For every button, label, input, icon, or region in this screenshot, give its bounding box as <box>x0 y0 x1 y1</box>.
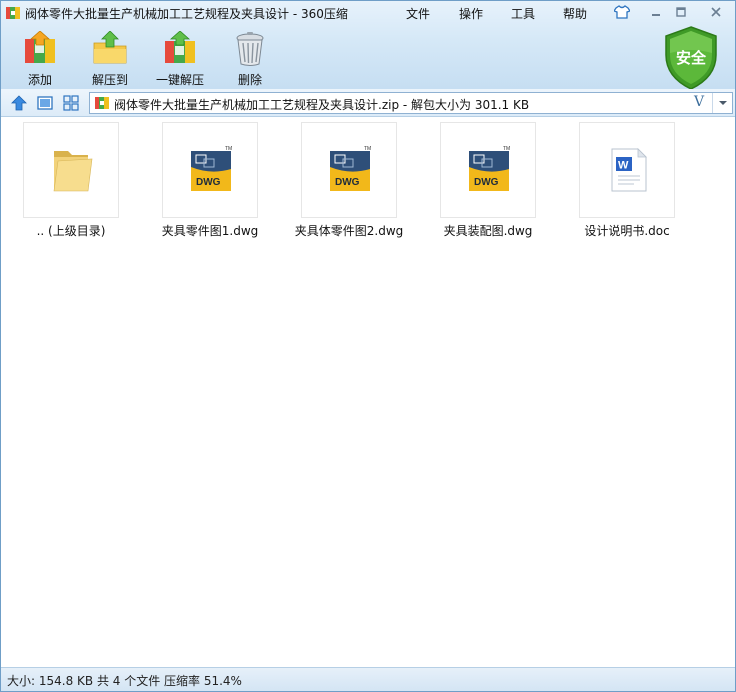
app-window: 阀体零件大批量生产机械加工工艺规程及夹具设计 - 360压缩 文件 操作 工具 … <box>0 0 736 692</box>
tshirt-icon <box>614 5 630 19</box>
security-label: 安全 <box>675 49 706 67</box>
minimize-icon <box>652 14 660 16</box>
menu-operate[interactable]: 操作 <box>459 5 483 22</box>
address-dropdown-button[interactable] <box>712 93 732 113</box>
skin-button[interactable] <box>613 4 631 20</box>
file-name: 夹具零件图1.dwg <box>161 224 259 238</box>
file-name: .. (上级目录) <box>36 224 106 238</box>
file-item-dwg-2[interactable]: DWG TM 夹具体零件图2.dwg <box>284 122 414 240</box>
address-field[interactable]: 阀体零件大批量生产机械加工工艺规程及夹具设计.zip - 解包大小为 301.1… <box>89 92 733 114</box>
extract-to-icon <box>93 31 127 64</box>
dwg-file-icon: DWG TM <box>469 146 510 191</box>
svg-text:DWG: DWG <box>196 177 221 188</box>
up-arrow-icon[interactable] <box>11 95 27 111</box>
extract-to-label: 解压到 <box>91 73 128 87</box>
archive-app-icon <box>6 7 20 19</box>
close-button[interactable] <box>707 4 725 20</box>
window-chrome: 阀体零件大批量生产机械加工工艺规程及夹具设计 - 360压缩 文件 操作 工具 … <box>1 1 735 91</box>
one-click-extract-label: 一键解压 <box>155 73 204 87</box>
minimize-button[interactable] <box>647 4 665 20</box>
file-thumbnail: DWG TM <box>162 122 258 218</box>
svg-text:DWG: DWG <box>474 177 499 188</box>
address-v-button[interactable]: V <box>694 94 704 110</box>
file-item-doc[interactable]: W 设计说明书.doc <box>562 122 692 240</box>
file-item-dwg-1[interactable]: DWG TM 夹具零件图1.dwg <box>145 122 275 240</box>
security-badge[interactable]: 安全 <box>662 25 720 91</box>
status-text: 大小: 154.8 KB 共 4 个文件 压缩率 51.4% <box>7 674 242 688</box>
file-name: 夹具装配图.dwg <box>443 224 533 238</box>
file-name: 夹具体零件图2.dwg <box>294 224 404 238</box>
title-bar[interactable]: 阀体零件大批量生产机械加工工艺规程及夹具设计 - 360压缩 文件 操作 工具 … <box>1 1 735 25</box>
address-path: 阀体零件大批量生产机械加工工艺规程及夹具设计.zip - 解包大小为 301.1… <box>114 98 530 112</box>
dwg-file-icon: DWG TM <box>330 146 371 191</box>
extract-to-button[interactable]: 解压到 <box>77 29 143 87</box>
svg-text:W: W <box>618 160 629 172</box>
svg-text:TM: TM <box>503 146 510 152</box>
file-thumbnail <box>23 122 119 218</box>
add-label: 添加 <box>27 73 52 87</box>
dwg-file-icon: DWG TM <box>191 146 232 191</box>
file-thumbnail: DWG TM <box>301 122 397 218</box>
file-item-dwg-3[interactable]: DWG TM 夹具装配图.dwg <box>423 122 553 240</box>
maximize-button[interactable] <box>672 4 690 20</box>
svg-text:TM: TM <box>225 146 232 152</box>
large-icon-view-icon[interactable] <box>37 95 53 111</box>
delete-label: 删除 <box>237 73 262 87</box>
file-list[interactable]: .. (上级目录) DWG TM 夹具零件图1.dwg DWG TM 夹具体零件… <box>1 118 735 667</box>
delete-button[interactable]: 删除 <box>217 29 283 87</box>
window-title: 阀体零件大批量生产机械加工工艺规程及夹具设计 - 360压缩 <box>25 7 348 21</box>
status-bar: 大小: 154.8 KB 共 4 个文件 压缩率 51.4% <box>1 667 735 691</box>
close-icon <box>711 7 721 17</box>
file-name: 设计说明书.doc <box>584 224 670 238</box>
detail-view-icon[interactable] <box>63 95 79 111</box>
archive-file-icon <box>95 97 109 109</box>
trash-icon <box>236 32 264 66</box>
folder-icon <box>53 151 93 192</box>
doc-file-icon: W <box>611 148 647 192</box>
menu-help[interactable]: 帮助 <box>563 5 587 22</box>
add-button[interactable]: 添加 <box>7 29 73 87</box>
file-thumbnail: DWG TM <box>440 122 536 218</box>
one-click-extract-button[interactable]: 一键解压 <box>147 29 213 87</box>
chevron-down-icon <box>718 101 727 105</box>
svg-text:DWG: DWG <box>335 177 360 188</box>
svg-text:TM: TM <box>364 146 371 152</box>
one-click-extract-icon <box>165 31 195 63</box>
maximize-icon <box>676 7 686 17</box>
address-bar-row: 阀体零件大批量生产机械加工工艺规程及夹具设计.zip - 解包大小为 301.1… <box>1 89 735 117</box>
menu-file[interactable]: 文件 <box>406 5 430 22</box>
file-thumbnail: W <box>579 122 675 218</box>
file-item-parent-dir[interactable]: .. (上级目录) <box>6 122 136 240</box>
menu-tools[interactable]: 工具 <box>511 5 535 22</box>
add-archive-icon <box>25 31 55 63</box>
